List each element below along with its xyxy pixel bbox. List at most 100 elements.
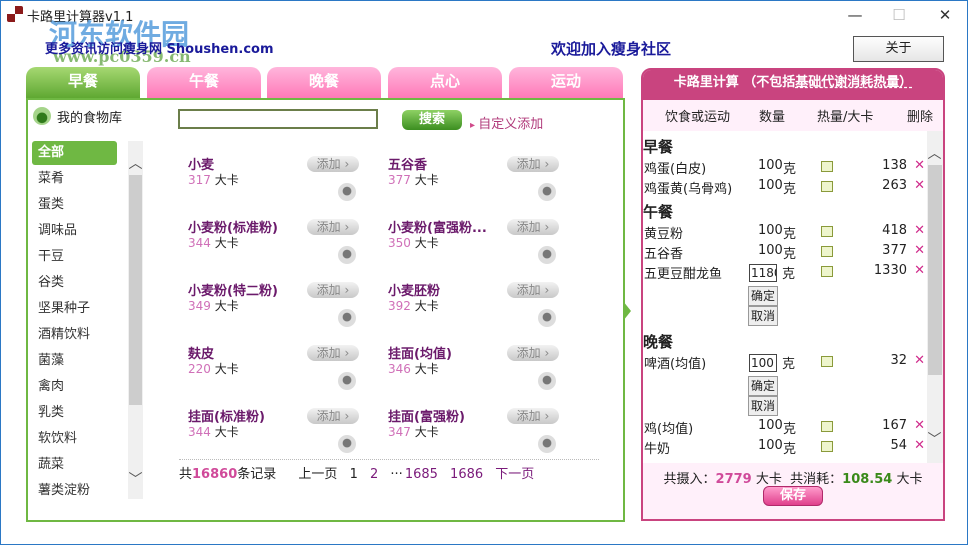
page-1686[interactable]: 1686: [450, 467, 483, 482]
maximize-button[interactable]: ☐: [881, 3, 917, 27]
edit-icon[interactable]: [821, 161, 833, 172]
category-item[interactable]: 酒精饮料: [32, 323, 117, 347]
edit-icon[interactable]: [821, 181, 833, 192]
my-food-library[interactable]: 我的食物库: [57, 107, 122, 126]
about-button[interactable]: 关于: [853, 36, 944, 62]
more-info-link[interactable]: 更多资讯访问瘦身网 Shoushen.com: [45, 38, 274, 57]
category-item[interactable]: 乳类: [32, 401, 117, 425]
edit-icon[interactable]: [821, 356, 833, 367]
calorie-value: 344: [188, 236, 211, 250]
add-to-library-icon[interactable]: [538, 183, 556, 201]
delete-icon[interactable]: ✕: [914, 353, 925, 368]
delete-icon[interactable]: ✕: [914, 418, 925, 433]
category-item[interactable]: 软饮料: [32, 427, 117, 451]
add-to-library-icon[interactable]: [538, 246, 556, 264]
edit-icon[interactable]: [821, 226, 833, 237]
cancel-button[interactable]: 取消: [748, 396, 778, 416]
page-1685[interactable]: 1685: [405, 467, 438, 482]
tab-breakfast[interactable]: 早餐: [26, 67, 140, 98]
edit-icon[interactable]: [821, 246, 833, 257]
category-item[interactable]: 谷类: [32, 271, 117, 295]
delete-icon[interactable]: ✕: [914, 223, 925, 238]
category-item[interactable]: 薯类淀粉: [32, 479, 117, 503]
add-to-library-icon[interactable]: [338, 435, 356, 453]
add-to-library-icon[interactable]: [338, 246, 356, 264]
delete-icon[interactable]: ✕: [914, 158, 925, 173]
calc-scrollbar[interactable]: ︿ ﹀: [927, 131, 943, 463]
category-scrollbar[interactable]: ︿ ﹀: [128, 141, 143, 499]
confirm-button[interactable]: 确定: [748, 376, 778, 396]
save-button[interactable]: 保存: [763, 486, 823, 506]
add-button[interactable]: 添加: [507, 408, 559, 424]
scroll-down-icon[interactable]: ﹀: [128, 469, 143, 489]
confirm-button[interactable]: 确定: [748, 286, 778, 306]
add-button[interactable]: 添加: [307, 345, 359, 361]
add-to-library-icon[interactable]: [338, 183, 356, 201]
calorie-value: 350: [388, 236, 411, 250]
add-to-library-icon[interactable]: [538, 309, 556, 327]
quantity-input[interactable]: 1180: [749, 264, 777, 282]
category-item[interactable]: 干豆: [32, 245, 117, 269]
category-item[interactable]: 调味品: [32, 219, 117, 243]
scroll-thumb[interactable]: [928, 165, 942, 375]
scroll-thumb[interactable]: [129, 175, 142, 405]
category-item[interactable]: 坚果种子: [32, 297, 117, 321]
close-button[interactable]: ✕: [927, 3, 963, 27]
delete-icon[interactable]: ✕: [914, 438, 925, 453]
add-button[interactable]: 添加: [507, 219, 559, 235]
add-button[interactable]: 添加: [507, 156, 559, 172]
add-button[interactable]: 添加: [307, 219, 359, 235]
delete-icon[interactable]: ✕: [914, 178, 925, 193]
add-to-library-icon[interactable]: [338, 309, 356, 327]
tab-lunch[interactable]: 午餐: [147, 67, 261, 98]
calorie-value: 317: [188, 173, 211, 187]
add-to-library-icon[interactable]: [338, 372, 356, 390]
category-item[interactable]: 禽肉: [32, 375, 117, 399]
prev-page[interactable]: 上一页: [298, 467, 337, 482]
calc-row: 鸡蛋(白皮) 100 克 138 ✕: [643, 156, 929, 177]
tab-exercise[interactable]: 运动: [509, 67, 623, 98]
calorie-value: 349: [188, 299, 211, 313]
delete-icon[interactable]: ✕: [914, 243, 925, 258]
welcome-link[interactable]: 欢迎加入瘦身社区: [551, 38, 671, 59]
edit-icon[interactable]: [821, 421, 833, 432]
scroll-up-icon[interactable]: ︿: [927, 143, 942, 163]
category-item[interactable]: 全部: [32, 141, 117, 165]
add-button[interactable]: 添加: [507, 345, 559, 361]
page-1[interactable]: 1: [350, 467, 358, 482]
quantity-input[interactable]: 100: [749, 354, 777, 372]
add-button[interactable]: 添加: [307, 156, 359, 172]
add-to-library-icon[interactable]: [538, 435, 556, 453]
calc-row: 黄豆粉 100 克 418 ✕: [643, 221, 929, 242]
category-item[interactable]: 菌藻: [32, 349, 117, 373]
add-button[interactable]: 添加: [307, 282, 359, 298]
delete-icon[interactable]: ✕: [914, 263, 925, 278]
tab-snack[interactable]: 点心: [388, 67, 502, 98]
calories: 263: [882, 178, 907, 193]
next-page[interactable]: 下一页: [495, 467, 534, 482]
custom-add-link[interactable]: 自定义添加: [470, 113, 543, 132]
add-to-library-icon[interactable]: [538, 372, 556, 390]
search-button[interactable]: 搜索: [402, 110, 462, 130]
calories: 377: [882, 243, 907, 258]
tab-dinner[interactable]: 晚餐: [267, 67, 381, 98]
col-qty: 数量: [759, 110, 786, 125]
calories: 54: [890, 438, 907, 453]
category-item[interactable]: 蔬菜: [32, 453, 117, 477]
cancel-button[interactable]: 取消: [748, 306, 778, 326]
search-input[interactable]: [178, 109, 378, 129]
edit-icon[interactable]: [821, 441, 833, 452]
scroll-up-icon[interactable]: ︿: [128, 153, 143, 173]
food-calories: 220 大卡: [188, 360, 239, 377]
page-2[interactable]: 2: [370, 467, 378, 482]
scroll-down-icon[interactable]: ﹀: [927, 429, 942, 449]
category-item[interactable]: 蛋类: [32, 193, 117, 217]
section-heading: 晚餐: [643, 333, 674, 351]
calories: 418: [882, 223, 907, 238]
edit-icon[interactable]: [821, 266, 833, 277]
food-calories: 346 大卡: [388, 360, 439, 377]
minimize-button[interactable]: —: [837, 3, 873, 27]
add-button[interactable]: 添加: [507, 282, 559, 298]
add-button[interactable]: 添加: [307, 408, 359, 424]
category-item[interactable]: 菜肴: [32, 167, 117, 191]
